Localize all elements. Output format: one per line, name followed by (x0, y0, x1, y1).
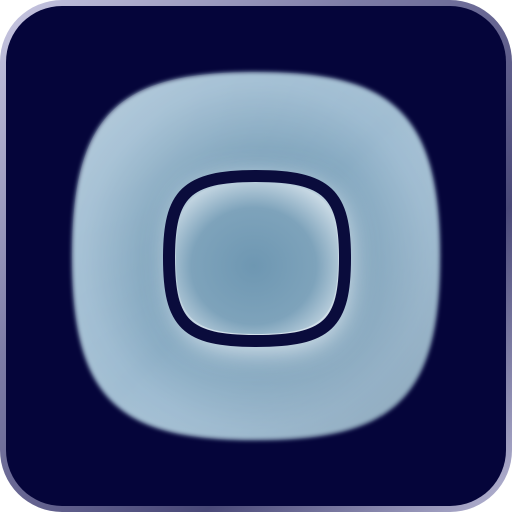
rounded-square-ring-icon (0, 0, 512, 512)
app-icon (0, 0, 512, 512)
ring-hole (176, 183, 338, 334)
